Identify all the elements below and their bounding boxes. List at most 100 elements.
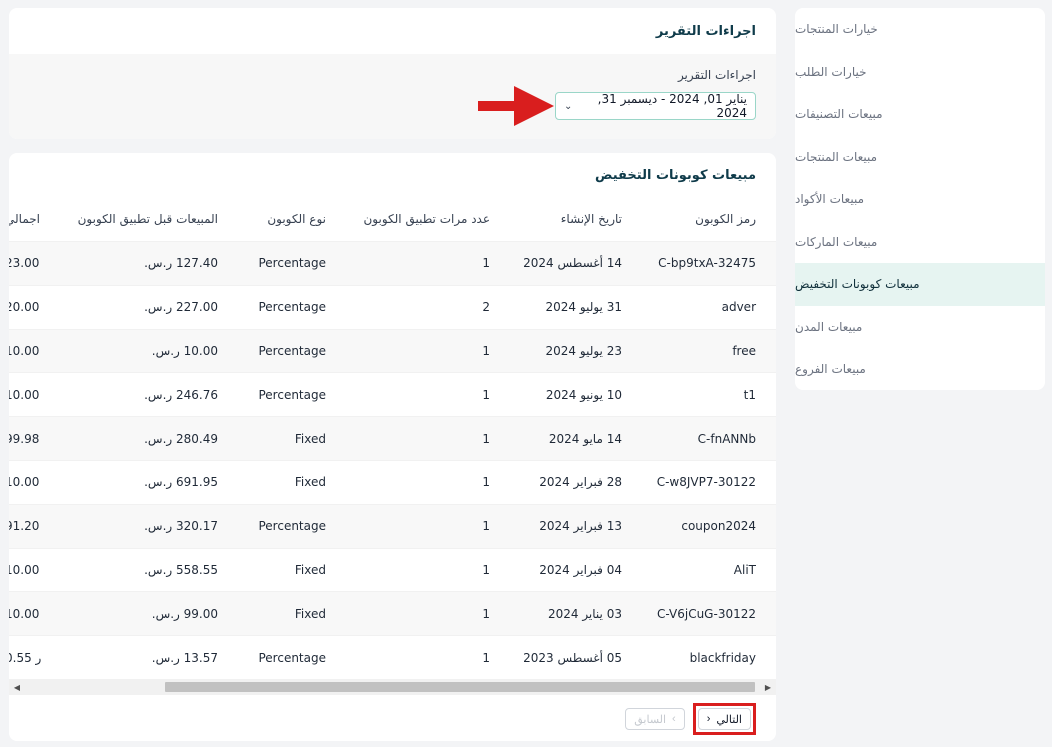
column-header-type: نوع الكوبون (267, 212, 326, 226)
coupon-type-cell: Percentage (258, 387, 326, 402)
scroll-right-icon[interactable]: ▶ (760, 679, 776, 695)
total-cell: 10.00 (9, 562, 40, 577)
sidebar-item[interactable]: مبيعات المدن (795, 306, 1045, 349)
created-date-cell: 23 يوليو 2024 (545, 343, 622, 358)
report-actions-body: اجراءات التقرير يناير 01, 2024 - ديسمبر … (9, 54, 776, 139)
total-cell: 91.20 (9, 519, 40, 534)
coupon-type-cell: Percentage (258, 519, 326, 534)
pagination: التالي ‹ › السابق (625, 703, 756, 735)
coupon-sales-title: مبيعات كوبونات التخفيض (595, 167, 756, 183)
report-actions-panel: اجراءات التقرير اجراءات التقرير يناير 01… (9, 8, 776, 139)
scroll-thumb[interactable] (165, 682, 755, 692)
table-row: coupon2024 13 فبراير 2024 1 Percentage 320.1… (9, 503, 776, 548)
sales-before-cell: 558.55 ر.س. (144, 562, 218, 577)
chevron-left-icon: ‹ (706, 713, 711, 725)
table-row: C-bp9txA-32475 14 أغسطس 2024 1 Percentage 12… (9, 241, 776, 285)
previous-page-label: السابق (634, 713, 667, 726)
coupon-code-cell: AliT (733, 562, 756, 577)
sales-before-cell: 320.17 ر.س. (144, 519, 218, 534)
coupon-type-cell: Percentage (258, 300, 326, 315)
coupon-type-cell: Fixed (294, 431, 326, 446)
total-cell: 20.00 (9, 300, 40, 315)
date-range-value: يناير 01, 2024 - ديسمبر 31, 2024 (597, 92, 747, 120)
coupon-type-cell: Fixed (294, 475, 326, 490)
usage-count-cell: 1 (482, 475, 490, 490)
coupon-sales-table: رمز الكوبون تاريخ الإنشاء عدد مرات تطبيق… (9, 197, 776, 679)
coupon-code-cell: coupon2024 (681, 519, 756, 534)
total-cell: 0.55 ر (9, 650, 42, 665)
report-actions-title: اجراءات التقرير (655, 23, 756, 39)
table-row: C-V6jCuG-30122 03 يناير 2024 1 Fixed 99.00 ر… (9, 591, 776, 636)
scroll-left-icon[interactable]: ◀ (9, 679, 25, 695)
usage-count-cell: 1 (482, 431, 490, 446)
date-range-label: اجراءات التقرير (677, 68, 756, 82)
sidebar-item[interactable]: خيارات المنتجات (795, 8, 1045, 51)
sales-before-cell: 691.95 ر.س. (144, 475, 218, 490)
total-cell: 23.00 (9, 256, 40, 271)
column-header-total: اجمالي (9, 212, 41, 226)
total-cell: 10.00 (9, 387, 40, 402)
created-date-cell: 05 أغسطس 2023 (523, 650, 622, 665)
coupon-type-cell: Percentage (258, 650, 326, 665)
created-date-cell: 14 مايو 2024 (548, 431, 622, 446)
created-date-cell: 03 يناير 2024 (547, 606, 622, 621)
table-row: C-w8JVP7-30122 28 فبراير 2024 1 Fixed 691.95… (9, 460, 776, 504)
next-button-highlight: التالي ‹ (692, 703, 756, 735)
table-row: C-fnANNb 14 مايو 2024 1 Fixed 280.49 ر.س. 99.… (9, 416, 776, 460)
chevron-down-icon: ⌄ (564, 100, 573, 112)
sales-before-cell: 99.00 ر.س. (151, 606, 218, 621)
horizontal-scrollbar[interactable]: ◀ ▶ (9, 679, 776, 695)
table-row: free 23 يوليو 2024 1 Percentage 10.00 ر.س. 10… (9, 328, 776, 373)
sidebar-item[interactable]: مبيعات الأكواد (795, 178, 1045, 221)
sales-before-cell: 280.49 ر.س. (144, 431, 218, 446)
reports-sidebar: خيارات المنتجات خيارات الطلب مبيعات التصني… (795, 8, 1045, 390)
created-date-cell: 13 فبراير 2024 (539, 519, 622, 534)
usage-count-cell: 1 (482, 519, 490, 534)
sales-before-cell: 246.76 ر.س. (144, 387, 218, 402)
coupon-type-cell: Percentage (258, 256, 326, 271)
total-cell: 99.98 (9, 431, 40, 446)
usage-count-cell: 2 (482, 300, 490, 315)
sidebar-item[interactable]: مبيعات الفروع (795, 348, 1045, 391)
sales-before-cell: 127.40 ر.س. (144, 256, 218, 271)
usage-count-cell: 1 (482, 256, 490, 271)
coupon-type-cell: Fixed (294, 606, 326, 621)
sales-before-cell: 13.57 ر.س. (151, 650, 218, 665)
total-cell: 10.00 (9, 606, 40, 621)
coupon-code-cell: adver (721, 300, 756, 315)
table-row: adver 31 يوليو 2024 2 Percentage 227.00 ر.س.… (9, 284, 776, 329)
usage-count-cell: 1 (482, 650, 490, 665)
column-header-code: رمز الكوبون (695, 212, 756, 226)
usage-count-cell: 1 (482, 387, 490, 402)
sales-before-cell: 10.00 ر.س. (151, 343, 218, 358)
sales-before-cell: 227.00 ر.س. (144, 300, 218, 315)
sidebar-item[interactable]: مبيعات الماركات (795, 221, 1045, 264)
total-cell: 10.00 (9, 475, 40, 490)
coupon-code-cell: C-V6jCuG-30122 (657, 606, 756, 621)
next-page-label: التالي (716, 713, 742, 726)
sidebar-item[interactable]: مبيعات كوبونات التخفيض (795, 263, 1045, 306)
coupon-type-cell: Percentage (258, 343, 326, 358)
coupon-type-cell: Fixed (294, 562, 326, 577)
total-cell: 10.00 (9, 343, 40, 358)
created-date-cell: 14 أغسطس 2024 (523, 256, 622, 271)
coupon-sales-panel: مبيعات كوبونات التخفيض رمز الكوبون تاريخ… (9, 153, 776, 741)
chevron-right-icon: › (672, 713, 676, 725)
column-header-created: تاريخ الإنشاء (560, 212, 622, 226)
table-row: t1 10 يونيو 2024 1 Percentage 246.76 ر.س. 10.… (9, 372, 776, 417)
coupon-code-cell: t1 (743, 387, 756, 402)
next-page-button[interactable]: التالي ‹ (697, 708, 751, 730)
usage-count-cell: 1 (482, 562, 490, 577)
sidebar-item[interactable]: مبيعات المنتجات (795, 136, 1045, 179)
created-date-cell: 31 يوليو 2024 (545, 300, 622, 315)
created-date-cell: 04 فبراير 2024 (539, 562, 622, 577)
date-range-select[interactable]: يناير 01, 2024 - ديسمبر 31, 2024 ⌄ (555, 92, 756, 120)
annotation-arrow-icon (478, 86, 554, 126)
coupon-code-cell: free (732, 343, 756, 358)
sidebar-item[interactable]: مبيعات التصنيفات (795, 93, 1045, 136)
sidebar-item[interactable]: خيارات الطلب (795, 51, 1045, 94)
coupon-code-cell: C-bp9txA-32475 (658, 256, 756, 271)
previous-page-button[interactable]: › السابق (625, 708, 685, 730)
coupon-code-cell: C-fnANNb (697, 431, 756, 446)
column-header-count: عدد مرات تطبيق الكوبون (363, 212, 490, 226)
